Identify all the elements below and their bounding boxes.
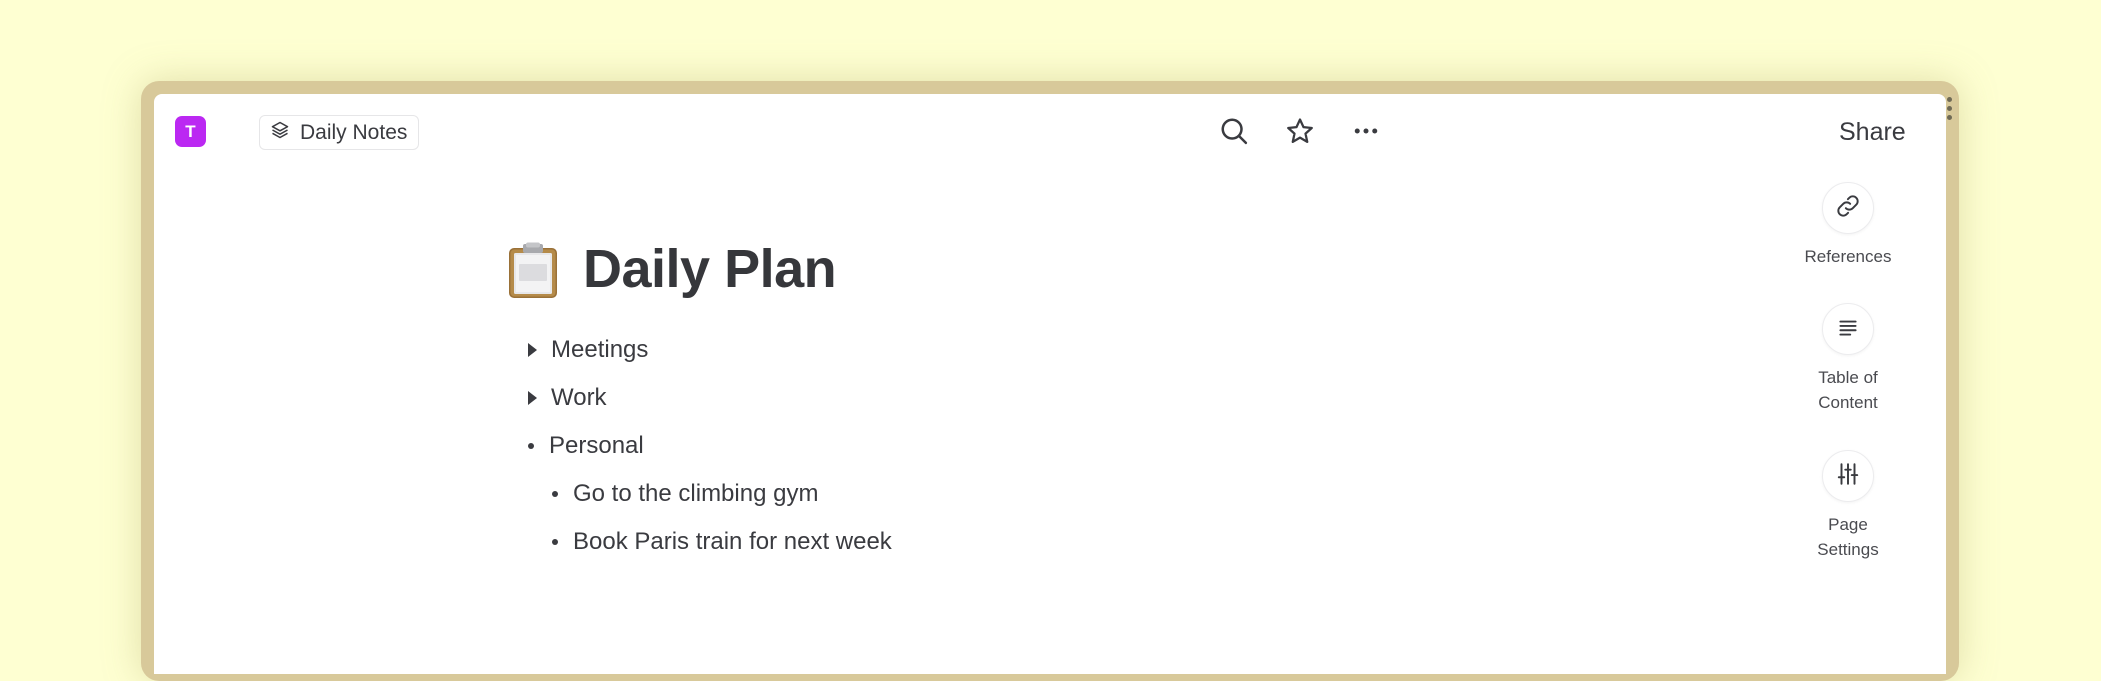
search-button[interactable] xyxy=(1217,116,1251,150)
breadcrumb[interactable]: Daily Notes xyxy=(259,115,420,150)
block-text[interactable]: Go to the climbing gym xyxy=(573,480,818,508)
toggle-block-meetings[interactable]: Meetings xyxy=(524,335,648,365)
toc-label: Table of Content xyxy=(1795,365,1901,415)
more-horizontal-icon xyxy=(1351,116,1381,151)
workspace-avatar[interactable]: T xyxy=(175,116,206,147)
bullet-icon xyxy=(552,539,558,545)
page-settings-label-line2: Settings xyxy=(1817,540,1879,559)
star-icon xyxy=(1285,116,1315,151)
layers-icon xyxy=(270,120,290,146)
bullet-block-climbing[interactable]: Go to the climbing gym xyxy=(546,479,818,509)
bullet-icon xyxy=(552,491,558,497)
toggle-arrow-icon[interactable] xyxy=(528,391,537,405)
block-text[interactable]: Personal xyxy=(549,432,644,460)
toc-label-line2: Content xyxy=(1818,393,1878,412)
link-icon xyxy=(1835,193,1861,224)
table-of-content-button[interactable]: Table of Content xyxy=(1795,303,1901,415)
block-text[interactable]: Work xyxy=(551,384,607,412)
search-icon xyxy=(1219,116,1249,151)
text-align-icon xyxy=(1835,314,1861,345)
window-resize-handle[interactable] xyxy=(1947,97,1952,120)
page-settings-icon-button[interactable] xyxy=(1822,450,1874,502)
page-settings-label: Page Settings xyxy=(1795,512,1901,562)
bullet-block-paris-train[interactable]: Book Paris train for next week xyxy=(546,527,892,557)
toc-icon-button[interactable] xyxy=(1822,303,1874,355)
share-button[interactable]: Share xyxy=(1839,118,1906,147)
toggle-arrow-icon[interactable] xyxy=(528,343,537,357)
toc-label-line1: Table of xyxy=(1818,368,1878,387)
favorite-button[interactable] xyxy=(1283,116,1317,150)
more-options-button[interactable] xyxy=(1349,116,1383,150)
block-text[interactable]: Book Paris train for next week xyxy=(573,528,892,556)
page-title[interactable]: Daily Plan xyxy=(583,238,837,300)
app-window: T Daily Notes Share Daily Plan Meetings … xyxy=(154,94,1946,674)
sliders-icon xyxy=(1835,461,1861,492)
references-button[interactable]: References xyxy=(1795,182,1901,269)
toggle-block-work[interactable]: Work xyxy=(524,383,607,413)
clipboard-emoji-icon[interactable] xyxy=(507,242,559,300)
bullet-icon xyxy=(528,443,534,449)
page-settings-button[interactable]: Page Settings xyxy=(1795,450,1901,562)
references-label: References xyxy=(1804,247,1892,266)
breadcrumb-label: Daily Notes xyxy=(300,120,408,144)
page-settings-label-line1: Page xyxy=(1828,515,1868,534)
references-icon-button[interactable] xyxy=(1822,182,1874,234)
block-text[interactable]: Meetings xyxy=(551,336,648,364)
bullet-block-personal[interactable]: Personal xyxy=(522,431,644,461)
